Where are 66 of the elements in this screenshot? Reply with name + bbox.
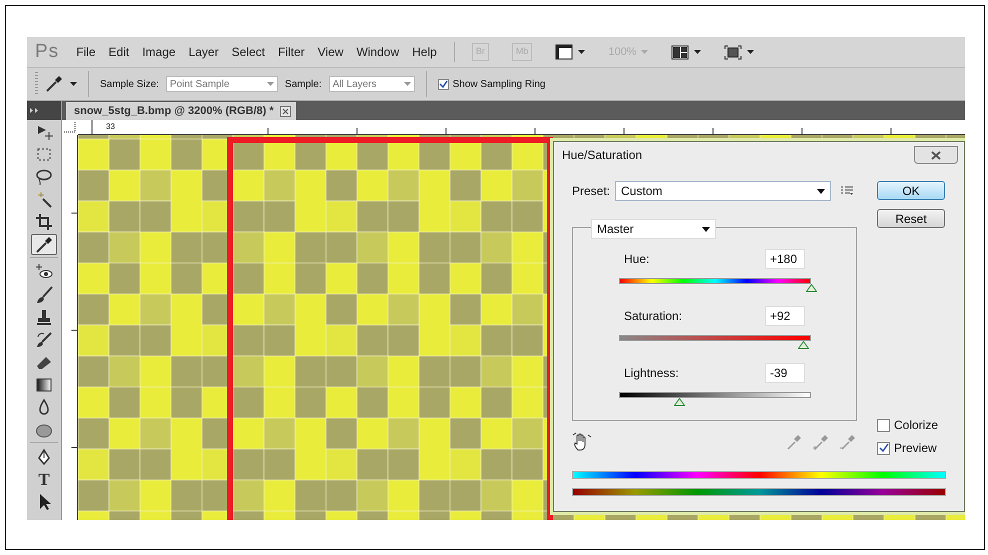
checkbox-label: Preview — [894, 440, 937, 457]
caret-icon[interactable] — [70, 82, 77, 86]
close-icon — [931, 150, 941, 160]
dialog-button[interactable]: Reset — [877, 209, 945, 228]
value-field[interactable]: +92 — [765, 306, 805, 326]
value-field[interactable]: +180 — [765, 249, 805, 269]
eyedropper-icon[interactable] — [35, 236, 53, 254]
preset-dropdown[interactable]: Custom — [615, 181, 832, 201]
slider-label: Hue: — [624, 251, 650, 268]
caret-icon — [266, 82, 274, 86]
menu-item[interactable]: Layer — [188, 43, 219, 61]
menu-item[interactable]: Image — [142, 43, 176, 61]
field-label: Sample Size: — [100, 78, 159, 92]
lasso-icon[interactable] — [35, 168, 53, 186]
sample-dropdown[interactable]: All Layers — [328, 76, 415, 92]
screen-mode-icon[interactable] — [724, 44, 742, 60]
move-icon[interactable] — [35, 123, 53, 141]
close-button[interactable] — [914, 146, 958, 164]
field-label: Preset: — [572, 183, 610, 200]
menu-item[interactable]: Filter — [278, 43, 305, 61]
menu-item[interactable]: View — [318, 43, 344, 61]
ruler-corner — [62, 120, 78, 135]
eyedropper-icon[interactable] — [45, 75, 63, 93]
layout-icon[interactable] — [671, 44, 690, 60]
caret-icon[interactable] — [578, 50, 586, 54]
channel-dropdown[interactable]: Master — [591, 219, 716, 239]
checkbox[interactable] — [438, 78, 449, 90]
checkbox-label: Show Sampling Ring — [452, 78, 546, 92]
sample-size-dropdown[interactable]: Point Sample — [166, 76, 278, 92]
dialog-title: Hue/Saturation — [562, 147, 642, 164]
tool-button[interactable]: T — [31, 469, 57, 490]
caret-icon — [817, 188, 826, 194]
pen-icon[interactable] — [35, 448, 53, 466]
stamp-icon[interactable] — [35, 308, 53, 326]
gradient-icon[interactable] — [35, 376, 53, 394]
value-field[interactable]: -39 — [765, 363, 805, 383]
menu-icon[interactable] — [841, 186, 854, 196]
ruler-label: 33 — [106, 121, 115, 133]
magic-wand-icon[interactable] — [35, 190, 53, 208]
brush-icon[interactable] — [35, 330, 53, 348]
caret-icon[interactable] — [747, 50, 754, 54]
eye-icon[interactable] — [35, 263, 53, 281]
brush-icon[interactable] — [35, 286, 53, 304]
menu-item[interactable]: File — [76, 43, 96, 61]
menu-item[interactable]: Help — [412, 43, 437, 61]
menu-item[interactable]: Select — [232, 43, 265, 61]
hand-icon[interactable] — [572, 432, 592, 452]
caret-icon[interactable] — [694, 50, 702, 54]
dialog-button[interactable]: OK — [877, 181, 945, 200]
app-logo: Ps — [35, 40, 60, 64]
menu-item[interactable]: Window — [356, 43, 400, 61]
close-icon[interactable] — [280, 106, 291, 116]
tool-button[interactable] — [31, 234, 57, 255]
checkbox[interactable] — [877, 442, 890, 454]
slider-label: Saturation: — [624, 308, 682, 325]
slider-thumb[interactable] — [806, 284, 817, 292]
crop-icon[interactable] — [35, 213, 53, 231]
checkbox-label: Colorize — [894, 417, 938, 434]
slider-label: Lightness: — [624, 365, 679, 382]
menu-item[interactable]: Edit — [108, 43, 130, 61]
checkbox[interactable] — [877, 418, 890, 432]
field-label: Sample: — [284, 78, 322, 92]
collapse-icon[interactable] — [30, 108, 39, 113]
caret-icon — [404, 82, 411, 86]
caret-icon — [702, 226, 710, 232]
marquee-icon[interactable] — [35, 146, 53, 164]
